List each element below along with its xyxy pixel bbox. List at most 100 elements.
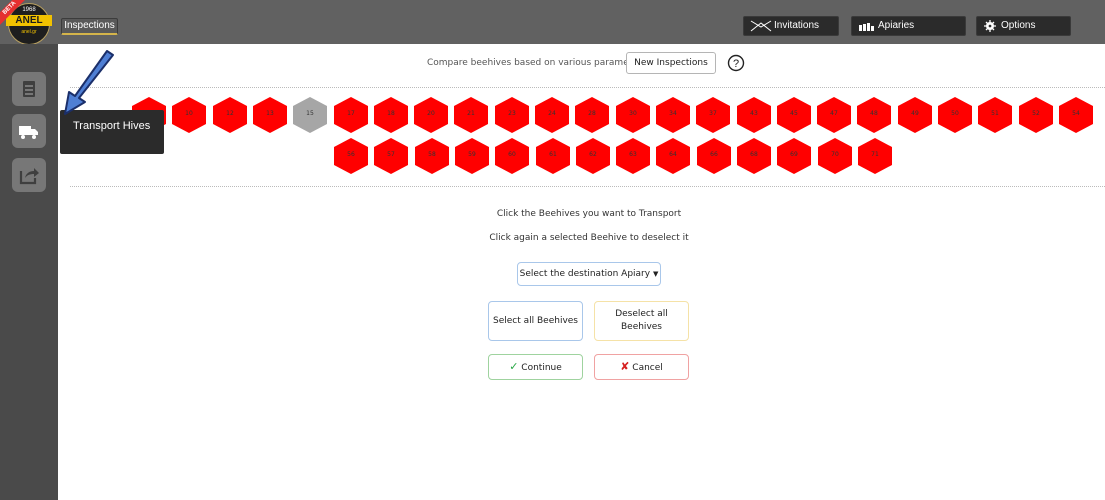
- beehive-number: 10: [185, 110, 193, 117]
- beehive-number: 68: [750, 151, 758, 158]
- logo-word: ANEL: [6, 15, 52, 26]
- beehive-54[interactable]: 54: [1059, 97, 1093, 133]
- annotation-arrow-icon: [64, 50, 114, 115]
- invitations-button[interactable]: Invitations: [743, 16, 839, 36]
- beehive-number: 45: [790, 110, 798, 117]
- beehive-number: 51: [991, 110, 999, 117]
- beehive-43[interactable]: 43: [737, 97, 771, 133]
- top-bar: 1968 ANEL anel.gr BETA Inspections Invit…: [0, 0, 1105, 44]
- destination-label: Select the destination Apiary: [519, 269, 651, 279]
- help-icon[interactable]: ?: [727, 54, 745, 72]
- beehive-number: 70: [831, 151, 839, 158]
- beehive-52[interactable]: 52: [1019, 97, 1053, 133]
- beehive-21[interactable]: 21: [454, 97, 488, 133]
- beehive-68[interactable]: 68: [737, 138, 771, 174]
- beehive-13[interactable]: 13: [253, 97, 287, 133]
- beehive-34[interactable]: 34: [656, 97, 690, 133]
- beehive-number: 63: [629, 151, 637, 158]
- new-inspections-button[interactable]: New Inspections: [626, 52, 716, 74]
- beehive-number: 28: [588, 110, 596, 117]
- beehive-48[interactable]: 48: [857, 97, 891, 133]
- share-icon: [19, 168, 39, 185]
- tab-inspections[interactable]: Inspections: [61, 18, 118, 35]
- beehive-number: 59: [468, 151, 476, 158]
- cancel-label: Cancel: [632, 363, 663, 373]
- sidebar: [0, 44, 58, 500]
- beehive-17[interactable]: 17: [334, 97, 368, 133]
- cancel-button[interactable]: ✘ Cancel: [594, 354, 689, 380]
- beehive-59[interactable]: 59: [455, 138, 489, 174]
- logo-sub: anel.gr: [21, 29, 37, 35]
- beehive-number: 61: [549, 151, 557, 158]
- beehive-57[interactable]: 57: [374, 138, 408, 174]
- divider-top: [70, 87, 1105, 88]
- beehive-number: 30: [629, 110, 637, 117]
- beehive-70[interactable]: 70: [818, 138, 852, 174]
- invitations-label: Invitations: [774, 20, 820, 31]
- logo: 1968 ANEL anel.gr BETA: [0, 0, 58, 44]
- beehive-20[interactable]: 20: [414, 97, 448, 133]
- beehive-number: 17: [347, 110, 355, 117]
- beehive-23[interactable]: 23: [495, 97, 529, 133]
- beehive-66[interactable]: 66: [697, 138, 731, 174]
- beehive-number: 69: [790, 151, 798, 158]
- beehive-number: 50: [951, 110, 959, 117]
- beehive-71[interactable]: 71: [858, 138, 892, 174]
- deselect-all-beehives-button[interactable]: Deselect all Beehives: [594, 301, 689, 341]
- instruction-select: Click the Beehives you want to Transport: [496, 209, 682, 219]
- beehive-51[interactable]: 51: [978, 97, 1012, 133]
- sidebar-item-share[interactable]: [12, 158, 46, 192]
- beehive-50[interactable]: 50: [938, 97, 972, 133]
- checkmark-icon: ✓: [509, 360, 519, 373]
- beehive-number: 12: [226, 110, 234, 117]
- apiaries-button[interactable]: Apiaries: [851, 16, 966, 36]
- options-button[interactable]: Options: [976, 16, 1071, 36]
- beehive-10[interactable]: 10: [172, 97, 206, 133]
- sidebar-item-inspections[interactable]: [12, 72, 46, 106]
- beehive-49[interactable]: 49: [898, 97, 932, 133]
- beehive-number: 34: [669, 110, 677, 117]
- beehive-number: 54: [1072, 110, 1080, 117]
- beehive-18[interactable]: 18: [374, 97, 408, 133]
- inspections-list-icon: [23, 81, 35, 97]
- beehive-number: 66: [710, 151, 718, 158]
- beehive-number: 43: [750, 110, 758, 117]
- beehive-number: 20: [427, 110, 435, 117]
- beehive-37[interactable]: 37: [696, 97, 730, 133]
- beehive-28[interactable]: 28: [575, 97, 609, 133]
- compare-text: Compare beehives based on various parame…: [427, 58, 650, 68]
- beehive-47[interactable]: 47: [817, 97, 851, 133]
- sidebar-item-transport-hives[interactable]: [12, 114, 46, 148]
- beehive-number: 58: [428, 151, 436, 158]
- instruction-deselect: Click again a selected Beehive to desele…: [489, 233, 689, 243]
- beehive-number: 49: [911, 110, 919, 117]
- continue-button[interactable]: ✓ Continue: [488, 354, 583, 380]
- beehive-58[interactable]: 58: [415, 138, 449, 174]
- beehive-24[interactable]: 24: [535, 97, 569, 133]
- beehive-number: 56: [347, 151, 355, 158]
- beehive-number: 37: [709, 110, 717, 117]
- beehive-61[interactable]: 61: [536, 138, 570, 174]
- beehive-number: 15: [306, 110, 314, 117]
- beehive-30[interactable]: 30: [616, 97, 650, 133]
- beehive-number: 60: [508, 151, 516, 158]
- beehive-69[interactable]: 69: [777, 138, 811, 174]
- beehive-56[interactable]: 56: [334, 138, 368, 174]
- tooltip-text: Transport Hives: [73, 120, 151, 132]
- beehive-number: 71: [871, 151, 879, 158]
- beehive-15[interactable]: 15: [293, 97, 327, 133]
- beehive-62[interactable]: 62: [576, 138, 610, 174]
- beehive-number: 23: [508, 110, 516, 117]
- beehive-number: 64: [669, 151, 677, 158]
- caret-down-icon: ▼: [652, 270, 659, 278]
- beehive-number: 21: [467, 110, 475, 117]
- beehive-number: 62: [589, 151, 597, 158]
- beehive-45[interactable]: 45: [777, 97, 811, 133]
- apiaries-icon: [859, 23, 874, 31]
- beehive-12[interactable]: 12: [213, 97, 247, 133]
- beehive-60[interactable]: 60: [495, 138, 529, 174]
- beehive-64[interactable]: 64: [656, 138, 690, 174]
- beehive-63[interactable]: 63: [616, 138, 650, 174]
- destination-apiary-dropdown[interactable]: Select the destination Apiary ▼: [517, 262, 661, 286]
- select-all-beehives-button[interactable]: Select all Beehives: [488, 301, 583, 341]
